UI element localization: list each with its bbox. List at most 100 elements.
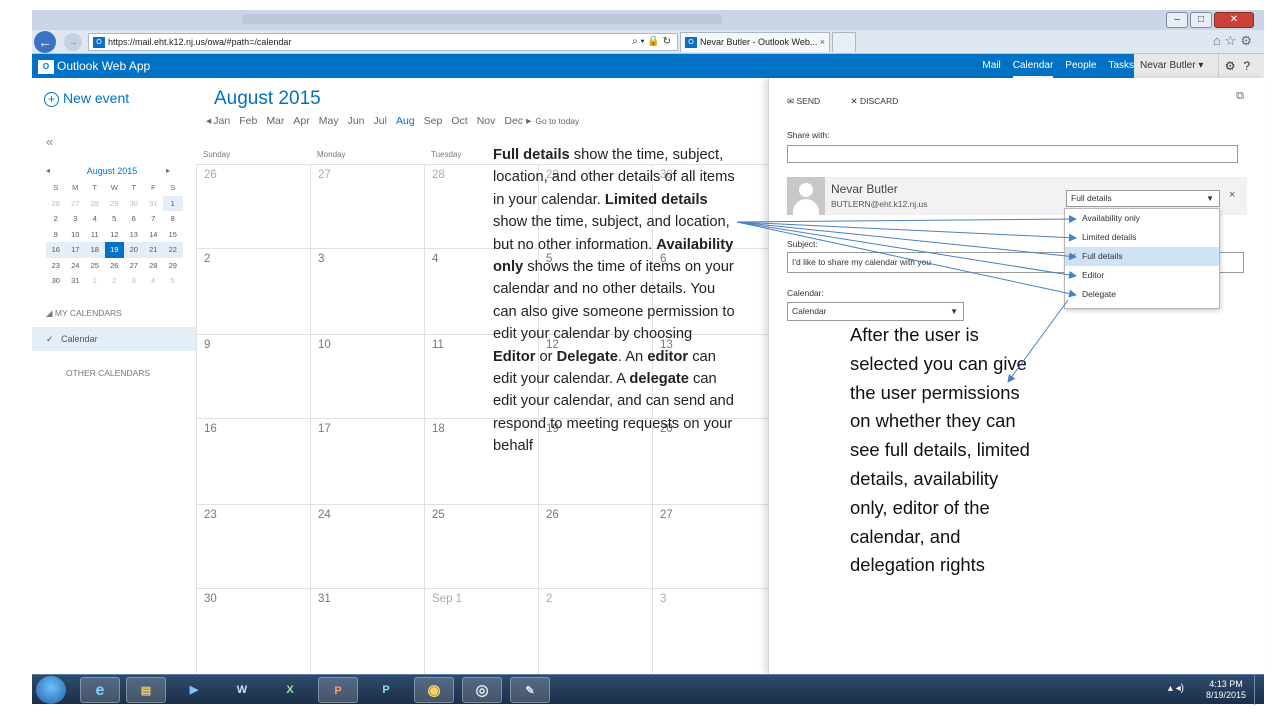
mini-day[interactable]: 25 [85, 258, 105, 274]
mini-day[interactable]: 30 [124, 196, 144, 212]
mini-day[interactable]: 16 [46, 242, 66, 258]
mini-day[interactable]: 30 [46, 273, 66, 289]
day-cell[interactable]: 2 [196, 248, 310, 334]
mini-day[interactable]: 7 [144, 211, 164, 227]
new-event-button[interactable]: + New event [44, 90, 129, 107]
month-link[interactable]: Jan [213, 115, 230, 127]
day-cell[interactable]: 30 [196, 588, 310, 674]
mini-day[interactable]: 22 [163, 242, 183, 258]
volume-icon[interactable]: ▴ ◂) [1168, 683, 1184, 694]
mini-day[interactable]: 2 [46, 211, 66, 227]
gear-icon[interactable]: ⚙ [1225, 59, 1244, 73]
mini-day[interactable]: 14 [144, 227, 164, 243]
mini-day[interactable]: 2 [105, 273, 125, 289]
forward-button[interactable]: → [64, 33, 82, 51]
url-tools-icons[interactable]: ⌕ ▾ 🔒 ↻ [632, 34, 671, 50]
next-month-icon[interactable]: ▸ [166, 166, 170, 175]
url-input[interactable]: Ohttps://mail.eht.k12.nj.us/owa/#path=/c… [88, 33, 678, 51]
day-cell[interactable]: 31 [310, 588, 424, 674]
day-cell[interactable]: 25 [424, 504, 538, 588]
maximize-button[interactable]: □ [1190, 12, 1212, 28]
day-cell[interactable]: 2 [538, 588, 652, 674]
month-link[interactable]: Feb [239, 115, 257, 127]
mini-day[interactable]: 4 [144, 273, 164, 289]
nav-calendar[interactable]: Calendar [1012, 54, 1054, 78]
calendar-list-item[interactable]: ✓ Calendar [32, 327, 196, 351]
mini-day[interactable]: 31 [66, 273, 86, 289]
day-cell[interactable]: 24 [310, 504, 424, 588]
mini-day[interactable]: 31 [144, 196, 164, 212]
mini-day[interactable]: 1 [163, 195, 183, 211]
browser-toolbar-icons[interactable]: ⌂☆⚙ [1213, 33, 1256, 49]
month-link[interactable]: Mar [266, 115, 284, 127]
start-button[interactable] [36, 676, 66, 704]
mini-day[interactable]: 5 [105, 211, 125, 227]
mini-day[interactable]: 26 [46, 196, 66, 212]
app-brand[interactable]: O Outlook Web App [38, 57, 150, 75]
media-taskbar-icon[interactable]: ▶ [174, 677, 214, 703]
day-cell[interactable]: 10 [310, 334, 424, 418]
mini-day[interactable]: 3 [124, 273, 144, 289]
mini-day[interactable]: 15 [163, 227, 183, 243]
mini-day[interactable]: 20 [124, 242, 144, 258]
ie-taskbar-icon[interactable]: e [80, 677, 120, 703]
option-limited-details[interactable]: Limited details [1065, 228, 1219, 247]
day-cell[interactable]: 27 [310, 164, 424, 248]
prev-year-icon[interactable]: ◂ [206, 115, 211, 127]
month-link[interactable]: May [319, 115, 339, 127]
new-tab-button[interactable] [832, 32, 856, 52]
popout-icon[interactable]: ⧉ [1236, 90, 1244, 103]
option-editor[interactable]: Editor [1065, 266, 1219, 285]
user-menu[interactable]: Nevar Butler ▾ [1134, 54, 1218, 78]
day-cell[interactable]: 3 [652, 588, 768, 674]
calendar-select[interactable]: Calendar ▼ [787, 302, 964, 321]
excel-taskbar-icon[interactable]: X [270, 677, 310, 703]
go-to-today-link[interactable]: Go to today [535, 116, 579, 126]
month-link[interactable]: Dec [504, 115, 523, 127]
mini-day[interactable]: 9 [46, 227, 66, 243]
mini-day[interactable]: 12 [105, 227, 125, 243]
mini-day[interactable]: 17 [65, 242, 85, 258]
chrome-taskbar-icon[interactable]: ◉ [414, 677, 454, 703]
help-icon[interactable]: ? [1244, 59, 1259, 73]
mini-day[interactable]: 26 [105, 258, 125, 274]
mini-day[interactable]: 11 [85, 227, 105, 243]
option-availability-only[interactable]: Availability only [1065, 209, 1219, 228]
back-button[interactable]: ← [34, 31, 56, 53]
explorer-taskbar-icon[interactable]: ▤ [126, 677, 166, 703]
show-desktop-button[interactable] [1254, 675, 1264, 705]
mini-day[interactable]: 29 [105, 196, 125, 212]
discard-button[interactable]: ✕ DISCARD [850, 96, 912, 106]
mini-day[interactable]: 13 [124, 227, 144, 243]
prev-month-icon[interactable]: ◂ [46, 166, 50, 175]
tab-close-icon[interactable]: × [820, 33, 825, 51]
mini-day[interactable]: 23 [46, 258, 66, 274]
mini-day[interactable]: 18 [85, 242, 105, 258]
nav-tasks[interactable]: Tasks [1108, 54, 1134, 78]
share-with-input[interactable] [787, 145, 1238, 163]
day-cell[interactable]: 23 [196, 504, 310, 588]
other-calendars-heading[interactable]: OTHER CALENDARS [66, 368, 150, 378]
mini-day[interactable]: 19 [104, 242, 124, 258]
mini-day[interactable]: 28 [85, 196, 105, 212]
close-button[interactable]: ✕ [1214, 12, 1254, 28]
powerpoint-taskbar-icon[interactable]: P [318, 677, 358, 703]
month-link[interactable]: Apr [293, 115, 309, 127]
month-link[interactable]: Aug [396, 115, 415, 127]
remove-user-icon[interactable]: × [1229, 189, 1235, 201]
month-link[interactable]: Nov [477, 115, 496, 127]
option-delegate[interactable]: Delegate [1065, 285, 1219, 304]
mini-day[interactable]: 5 [163, 273, 183, 289]
nav-mail[interactable]: Mail [982, 54, 1000, 78]
mini-day[interactable]: 29 [163, 258, 183, 274]
snipping-taskbar-icon[interactable]: ◎ [462, 677, 502, 703]
month-link[interactable]: Jul [374, 115, 387, 127]
collapse-pane-icon[interactable]: « [46, 134, 53, 149]
permission-select[interactable]: Full details ▼ [1066, 190, 1220, 207]
mini-day[interactable]: 6 [124, 211, 144, 227]
day-cell[interactable]: 17 [310, 418, 424, 504]
day-cell[interactable]: Sep 1 [424, 588, 538, 674]
mini-day[interactable]: 27 [124, 258, 144, 274]
my-calendars-heading[interactable]: ◢ MY CALENDARS [46, 308, 122, 319]
word-taskbar-icon[interactable]: W [222, 677, 262, 703]
